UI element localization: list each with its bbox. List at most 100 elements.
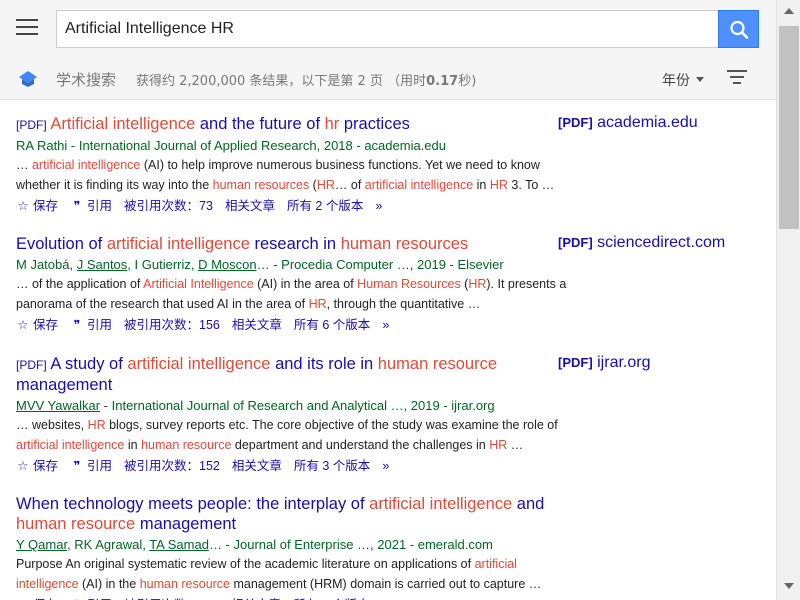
highlight-text: artificial intelligence [369,495,513,513]
cite-button[interactable]: ❞ 引用 [70,318,112,332]
year-dropdown[interactable]: 年份 [662,70,704,90]
text-segment: Purpose An original systematic review of… [16,557,475,571]
pdf-source-link[interactable]: [PDF] sciencedirect.com [558,234,725,252]
all-versions-link[interactable]: 所有 2 个版本 [287,199,363,213]
cited-by-link[interactable]: 被引用次数：73 [124,199,213,213]
highlight-text: HR [489,438,508,452]
text-segment: management [16,376,113,394]
highlight-text: HR [87,418,106,432]
highlight-text[interactable]: D Moscon [198,257,257,272]
highlight-text[interactable]: MVV Yawalkar [16,398,100,413]
text-segment: … websites, [16,418,88,432]
source-domain: sciencedirect.com [597,234,726,251]
result-snippet: Purpose An original systematic review of… [16,554,576,594]
highlight-text: human resource [377,355,498,373]
text-segment: in [124,438,142,452]
action-label: 相关文章 [224,199,275,213]
all-versions-link[interactable]: 所有 6 个版本 [294,318,370,332]
highlight-text: HR [316,178,335,192]
chevron-down-icon [696,77,704,82]
text-segment: ( [309,178,317,192]
related-articles-link[interactable]: 相关文章 [225,199,275,213]
more-options-icon[interactable]: » [375,199,382,213]
text-segment: practices [339,115,410,133]
search-button[interactable] [718,10,759,48]
pdf-tag: [PDF] [16,118,47,132]
scrollbar[interactable] [776,0,800,600]
cited-by-link[interactable]: 被引用次数：152 [124,459,220,473]
star-icon: ☆ [17,459,29,473]
highlight-text[interactable]: TA Samad [149,537,209,552]
text-segment: in [473,178,490,192]
result-authors: Y Qamar, RK Agrawal, TA Samad… - Journal… [16,536,761,553]
save-button[interactable]: ☆ 保存 [16,318,58,332]
related-articles-link[interactable]: 相关文章 [232,318,282,332]
scroll-up-icon[interactable] [784,8,794,14]
cite-button[interactable]: ❞ 引用 [70,459,112,473]
result-item: [PDF] A study of artificial intelligence… [16,354,761,476]
result-item: [PDF] Artificial intelligence and the fu… [16,114,761,216]
source-domain: academia.edu [597,114,698,131]
highlight-text: human resources [340,235,469,253]
text-segment: and [512,495,545,513]
source-domain: ijrar.org [597,354,651,371]
text-segment: … - Procedia Computer …, 2019 - Elsevier [256,257,504,272]
quote-icon: ❞ [73,459,81,473]
result-snippet: … artificial intelligence (AI) to help i… [16,155,576,195]
quote-icon: ❞ [73,199,81,213]
text-segment: When technology meets people: the interp… [16,495,370,513]
result-title-link[interactable]: [PDF] A study of artificial intelligence… [16,354,556,395]
action-label: 相关文章 [231,318,282,332]
highlight-text: Artificial intelligence [50,115,196,133]
scrollbar-thumb[interactable] [779,26,799,229]
cited-by-link[interactable]: 被引用次数：156 [124,318,220,332]
text-segment: (AI) in the area of [253,277,358,291]
result-item: When technology meets people: the interp… [16,494,761,600]
result-snippet: … of the application of Artificial Intel… [16,274,576,314]
highlight-text: Human Resources [357,277,461,291]
text-segment: M Jatobá, [16,257,77,272]
filter-icon[interactable] [726,70,748,86]
highlight-text[interactable]: J Santos [77,257,128,272]
result-title-link[interactable]: Evolution of artificial intelligence res… [16,234,556,254]
text-segment: 3. To … [507,178,555,192]
pdf-tag: [PDF] [558,115,593,130]
text-segment: , I Gutierriz, [127,257,199,272]
results-header: 学术搜索 获得约 2,200,000 条结果，以下是第 2 页 （用时0.17秒… [0,58,776,100]
result-authors: RA Rathi - International Journal of Appl… [16,137,761,154]
action-label: 引用 [87,459,113,473]
search-input[interactable] [56,10,719,48]
text-segment: department and understand the challenges… [231,438,490,452]
all-versions-link[interactable]: 所有 3 个版本 [294,459,370,473]
pdf-tag: [PDF] [558,355,593,370]
text-segment: Evolution of [16,235,107,253]
pdf-tag: [PDF] [16,358,47,372]
more-options-icon[interactable]: » [382,459,389,473]
related-articles-link[interactable]: 相关文章 [232,459,282,473]
result-title-link[interactable]: When technology meets people: the interp… [16,494,556,534]
action-label: 所有 3 个版本 [293,459,371,473]
highlight-text: artificial intelligence [106,235,250,253]
scroll-down-icon[interactable] [784,583,794,589]
highlight-text[interactable]: Y Qamar [16,537,67,552]
pdf-source-link[interactable]: [PDF] academia.edu [558,114,698,132]
text-segment: - International Journal of Research and … [100,398,495,413]
result-actions: ☆ 保存 ❞ 引用 被引用次数：156 相关文章 所有 6 个版本 » [16,315,761,335]
result-title-link[interactable]: [PDF] Artificial intelligence and the fu… [16,114,556,135]
cite-button[interactable]: ❞ 引用 [70,199,112,213]
highlight-text: human resource [141,438,232,452]
action-label: 保存 [33,199,59,213]
text-segment: blogs, survey reports etc. The core obje… [105,418,558,432]
text-segment: … - Journal of Enterprise …, 2021 - emer… [208,537,493,552]
menu-icon[interactable] [16,19,38,37]
result-authors: MVV Yawalkar - International Journal of … [16,397,761,414]
save-button[interactable]: ☆ 保存 [16,459,58,473]
top-bar [0,0,776,58]
result-item: Evolution of artificial intelligence res… [16,234,761,335]
text-segment: A study of [50,355,128,373]
more-options-icon[interactable]: » [382,318,389,332]
text-segment: … [16,158,32,172]
highlight-text: artificial intelligence [31,158,141,172]
pdf-source-link[interactable]: [PDF] ijrar.org [558,354,650,372]
save-button[interactable]: ☆ 保存 [16,199,58,213]
